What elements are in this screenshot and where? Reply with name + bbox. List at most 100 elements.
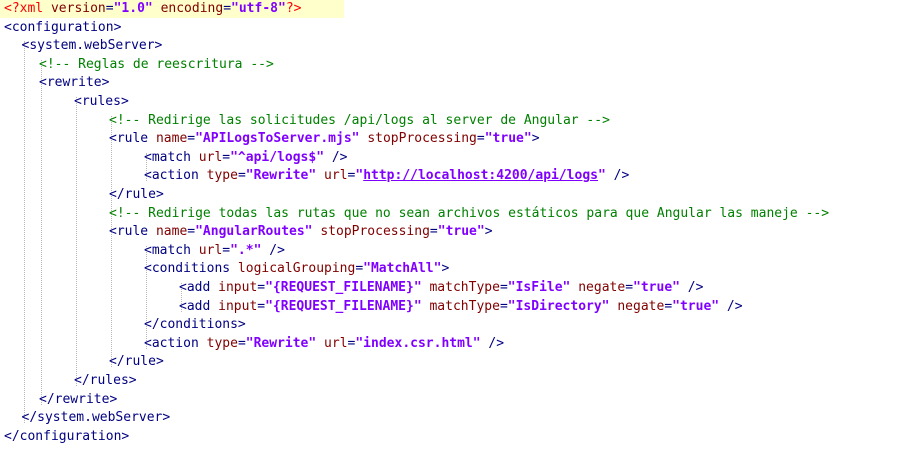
- tag-token: [316, 336, 324, 351]
- tag-token: =: [429, 224, 438, 240]
- tag-token: >: [531, 131, 540, 147]
- comment-token: <!-- Reglas de reescritura -->: [39, 56, 274, 72]
- attribute-value-token: "{REQUEST_FILENAME}": [265, 298, 422, 314]
- attribute-value-token: "1.0": [113, 1, 153, 16]
- attribute-value-token: "index.csr.html": [355, 335, 481, 351]
- attribute-value-token: "{REQUEST_FILENAME}": [265, 280, 422, 295]
- attribute-name-token: url: [198, 242, 223, 258]
- tag-token: =: [187, 131, 196, 147]
- tag-token: <add: [179, 298, 219, 314]
- tag-token: =: [257, 280, 266, 295]
- code-line: <add input="{REQUEST_FILENAME}" matchTyp…: [0, 298, 743, 316]
- attribute-value-token: "APILogsToServer.mjs": [195, 131, 360, 147]
- code-line: <action type="Rewrite" url="http://local…: [0, 167, 629, 185]
- attribute-value-token: "true": [633, 280, 680, 295]
- attribute-value-token: "Rewrite": [245, 168, 317, 184]
- attribute-name-token: logicalGrouping: [237, 261, 356, 277]
- code-editor[interactable]: <?xml version="1.0" encoding="utf-8"?> <c…: [0, 0, 920, 449]
- attribute-name-token: name: [155, 224, 188, 240]
- code-line: <!-- Redirige todas las rutas que no sea…: [0, 205, 829, 223]
- code-line: <match url=".*" />: [0, 242, 285, 260]
- code-line: </rule>: [0, 186, 164, 204]
- tag-token: [316, 168, 324, 183]
- tag-token: />: [605, 168, 630, 184]
- tag-token: />: [480, 335, 505, 351]
- attribute-name-token: url: [324, 168, 348, 184]
- attribute-name-token: matchType: [429, 298, 500, 314]
- tag-token: </rule>: [109, 187, 164, 202]
- attribute-name-token: stopProcessing: [367, 131, 477, 147]
- tag-token: <rule: [109, 224, 156, 240]
- code-line: </system.webServer>: [0, 409, 171, 427]
- attribute-value-token: "MatchAll": [363, 261, 442, 277]
- tag-token: =: [499, 298, 508, 314]
- tag-token: <configuration>: [4, 19, 122, 35]
- tag-token: =: [257, 298, 266, 314]
- tag-token: </rule>: [109, 354, 164, 370]
- code-line: <system.webServer>: [0, 37, 163, 55]
- attribute-value-token: "utf-8": [231, 1, 286, 16]
- code-line: <rewrite>: [0, 74, 109, 92]
- xml-declaration-token: <?xml: [4, 1, 51, 16]
- tag-token: =: [355, 261, 364, 277]
- tag-token: =: [222, 149, 231, 165]
- attribute-value-token: "true": [437, 224, 485, 240]
- code-line: <action type="Rewrite" url="index.csr.ht…: [0, 335, 504, 353]
- code-line: <!-- Reglas de reescritura -->: [0, 56, 274, 74]
- tag-token: <match: [144, 149, 199, 165]
- attribute-name-token: type: [206, 168, 238, 184]
- tag-token: [153, 1, 161, 16]
- tag-token: </system.webServer>: [21, 410, 171, 426]
- tag-token: />: [324, 149, 348, 165]
- attribute-name-token: url: [198, 149, 223, 165]
- tag-token: </conditions>: [144, 317, 246, 333]
- attribute-name-token: input: [218, 298, 258, 314]
- tag-token: />: [719, 298, 743, 314]
- tag-token: <rewrite>: [39, 75, 110, 91]
- attribute-value-token: "true": [484, 131, 532, 147]
- attribute-name-token: stopProcessing: [320, 224, 430, 240]
- attribute-value-token: ": [598, 168, 606, 184]
- code-line: <configuration>: [0, 19, 121, 37]
- attribute-value-token: ".*": [230, 242, 262, 258]
- tag-token: <rule: [109, 131, 156, 147]
- comment-token: <!-- Redirige las solicitudes /api/logs …: [109, 112, 610, 128]
- attribute-value-token: "^api/logs$": [230, 149, 325, 165]
- code-line: </rules>: [0, 372, 137, 390]
- code-line: <rule name="APILogsToServer.mjs" stopPro…: [0, 130, 540, 148]
- attribute-value-token: ": [355, 168, 364, 184]
- attribute-name-token: version: [50, 1, 106, 16]
- tag-token: =: [187, 224, 196, 240]
- tag-token: />: [679, 280, 704, 295]
- attribute-name-token: encoding: [160, 1, 224, 16]
- code-line: </rule>: [0, 353, 164, 371]
- tag-token: =: [664, 298, 673, 314]
- attribute-name-token: negate: [617, 298, 665, 314]
- tag-token: >: [441, 261, 450, 277]
- attribute-value-token: "IsFile": [507, 280, 571, 295]
- tag-token: =: [105, 1, 114, 16]
- tag-token: />: [261, 242, 285, 258]
- tag-token: =: [223, 1, 232, 16]
- code-line: </rewrite>: [0, 391, 117, 409]
- code-line: <match url="^api/logs$" />: [0, 149, 348, 167]
- code-line: <rules>: [0, 93, 129, 111]
- code-line: <!-- Redirige las solicitudes /api/logs …: [0, 112, 610, 130]
- tag-token: >: [484, 224, 493, 240]
- tag-token: <match: [144, 242, 199, 258]
- code-line: <?xml version="1.0" encoding="utf-8"?>: [0, 0, 344, 18]
- tag-token: =: [476, 131, 485, 147]
- tag-token: <add: [179, 280, 219, 295]
- comment-token: <!-- Redirige todas las rutas que no sea…: [109, 205, 830, 221]
- tag-token: </configuration>: [4, 428, 130, 444]
- tag-token: </rewrite>: [39, 391, 118, 407]
- tag-token: </rules>: [74, 373, 137, 388]
- attribute-name-token: type: [206, 335, 238, 351]
- attribute-value-token: "AngularRoutes": [195, 224, 313, 240]
- code-line: </conditions>: [0, 316, 246, 334]
- attribute-value-token: "Rewrite": [245, 335, 317, 351]
- link-token[interactable]: http://localhost:4200/api/logs: [363, 168, 598, 183]
- tag-token: =: [237, 335, 246, 351]
- attribute-value-token: "IsDirectory": [507, 298, 610, 314]
- tag-token: <system.webServer>: [21, 38, 163, 54]
